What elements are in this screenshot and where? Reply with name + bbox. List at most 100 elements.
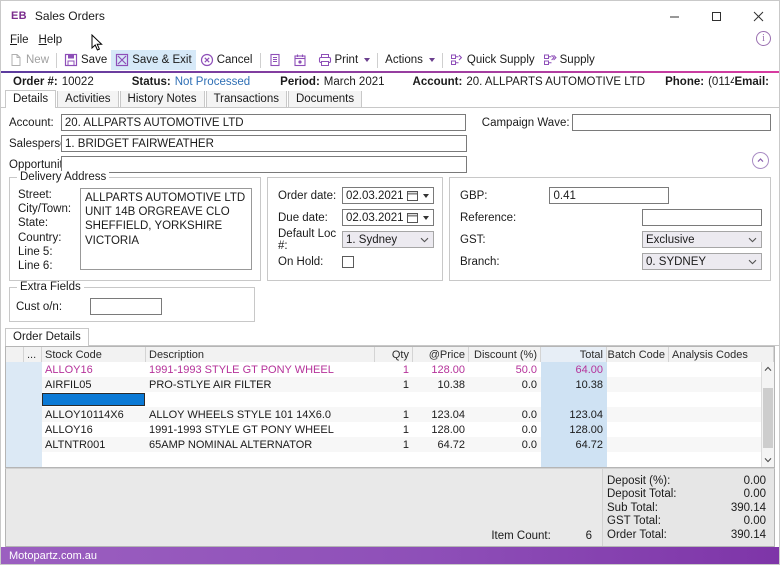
table-cell[interactable]: 123.04 <box>541 407 607 422</box>
tab-details[interactable]: Details <box>5 90 57 108</box>
table-cell[interactable] <box>607 422 669 437</box>
reference-input[interactable] <box>642 209 762 226</box>
tab-transactions[interactable]: Transactions <box>205 90 287 107</box>
table-cell[interactable]: 0.0 <box>469 407 541 422</box>
table-cell[interactable] <box>24 362 42 377</box>
calendar-icon[interactable] <box>407 190 418 201</box>
chevron-down-icon[interactable] <box>748 259 757 265</box>
delivery-address-textarea[interactable]: ALLPARTS AUTOMOTIVE LTD UNIT 14B ORGREAV… <box>80 188 252 270</box>
table-cell[interactable]: ALTNTR001 <box>42 437 146 452</box>
tab-order-details[interactable]: Order Details <box>5 328 89 346</box>
table-row[interactable] <box>6 452 774 467</box>
table-row[interactable]: ALLOY10114X6 ALLOY WHEELS STYLE 101 14X6.… <box>6 407 774 422</box>
table-cell[interactable]: 1 <box>375 362 413 377</box>
table-cell[interactable] <box>669 392 774 407</box>
chevron-down-icon[interactable] <box>423 216 429 220</box>
order-date-input[interactable]: 02.03.2021 <box>342 187 434 204</box>
grid-column-header[interactable] <box>6 347 24 362</box>
grid-column-header[interactable]: Discount (%) <box>469 347 541 362</box>
info-icon[interactable]: i <box>756 31 771 46</box>
table-cell[interactable]: 64.72 <box>413 437 469 452</box>
scroll-up-icon[interactable] <box>762 362 774 375</box>
scrollbar-thumb[interactable] <box>763 388 773 448</box>
stock-code-edit-cell[interactable] <box>42 393 145 406</box>
notes-button[interactable] <box>264 50 289 70</box>
table-cell[interactable]: 1991-1993 STYLE GT PONY WHEEL <box>146 422 375 437</box>
grid-column-header[interactable]: Description <box>146 347 375 362</box>
tab-history-notes[interactable]: History Notes <box>119 90 205 107</box>
table-cell[interactable]: 10.38 <box>413 377 469 392</box>
calendar-icon[interactable] <box>407 212 418 223</box>
table-cell[interactable] <box>6 407 24 422</box>
quick-supply-button[interactable]: Quick Supply <box>446 50 539 70</box>
grid-column-header[interactable]: Stock Code <box>42 347 146 362</box>
chevron-down-icon[interactable] <box>423 194 429 198</box>
salesperson-input[interactable]: 1. BRIDGET FAIRWEATHER <box>61 135 467 152</box>
table-cell[interactable] <box>24 422 42 437</box>
table-cell[interactable] <box>669 362 774 377</box>
supply-button[interactable]: Supply <box>539 50 599 70</box>
table-cell[interactable]: ALLOY10114X6 <box>42 407 146 422</box>
save-button[interactable]: Save <box>60 50 111 70</box>
gbp-input[interactable]: 0.41 <box>549 187 670 204</box>
grid-column-header[interactable]: Total <box>541 347 607 362</box>
table-cell[interactable] <box>24 452 42 467</box>
close-button[interactable] <box>737 1 779 31</box>
table-cell[interactable] <box>6 377 24 392</box>
table-cell[interactable]: 64.72 <box>541 437 607 452</box>
table-cell[interactable]: ALLOY WHEELS STYLE 101 14X6.0 <box>146 407 375 422</box>
table-cell[interactable] <box>375 392 413 407</box>
table-cell[interactable] <box>413 452 469 467</box>
table-cell[interactable]: PRO-STLYE AIR FILTER <box>146 377 375 392</box>
table-row[interactable] <box>6 392 774 407</box>
minimize-button[interactable] <box>653 1 695 31</box>
cancel-button[interactable]: Cancel <box>196 50 257 70</box>
table-cell[interactable] <box>669 437 774 452</box>
table-cell[interactable] <box>469 392 541 407</box>
grid-column-header[interactable]: Batch Code <box>607 347 669 362</box>
actions-button[interactable]: Actions <box>381 50 439 70</box>
table-cell[interactable] <box>24 377 42 392</box>
table-cell[interactable] <box>6 437 24 452</box>
grid-column-header[interactable]: Qty <box>375 347 413 362</box>
table-cell[interactable] <box>24 407 42 422</box>
table-cell[interactable]: 0.0 <box>469 377 541 392</box>
table-cell[interactable]: 50.0 <box>469 362 541 377</box>
scroll-down-icon[interactable] <box>762 454 774 467</box>
cust-on-input[interactable] <box>90 298 162 315</box>
table-cell[interactable] <box>669 377 774 392</box>
menu-item-help[interactable]: HHelpelp <box>37 34 71 46</box>
table-row[interactable]: ALLOY16 1991-1993 STYLE GT PONY WHEEL 1 128… <box>6 422 774 437</box>
table-cell[interactable]: 128.00 <box>413 362 469 377</box>
table-cell[interactable] <box>24 392 42 407</box>
table-cell[interactable] <box>669 452 774 467</box>
menu-item-file[interactable]: FFileile <box>8 34 37 46</box>
table-cell[interactable] <box>669 422 774 437</box>
grid-column-header[interactable]: @Price <box>413 347 469 362</box>
table-cell[interactable] <box>6 452 24 467</box>
table-cell[interactable]: 0.0 <box>469 437 541 452</box>
maximize-button[interactable] <box>695 1 737 31</box>
table-cell[interactable] <box>541 452 607 467</box>
table-row[interactable]: ALTNTR001 65AMP NOMINAL ALTERNATOR 1 64.72 0… <box>6 437 774 452</box>
table-cell[interactable]: 10.38 <box>541 377 607 392</box>
tab-activities[interactable]: Activities <box>57 90 119 107</box>
table-cell[interactable]: 0.0 <box>469 422 541 437</box>
table-cell[interactable] <box>469 452 541 467</box>
due-date-input[interactable]: 02.03.2021 <box>342 209 434 226</box>
campaign-wave-input[interactable] <box>571 114 771 131</box>
table-cell[interactable] <box>6 422 24 437</box>
table-cell[interactable] <box>607 377 669 392</box>
on-hold-checkbox[interactable] <box>342 255 354 268</box>
table-cell[interactable] <box>6 392 24 407</box>
chevron-down-icon[interactable] <box>364 58 371 62</box>
table-row[interactable]: ALLOY16 1991-1993 STYLE GT PONY WHEEL 1 128… <box>6 362 774 377</box>
grid-column-header[interactable]: ... <box>24 347 42 362</box>
table-cell[interactable] <box>42 392 146 407</box>
gst-select[interactable]: Exclusive <box>642 231 762 248</box>
table-cell[interactable] <box>42 452 146 467</box>
table-cell[interactable] <box>413 392 469 407</box>
table-cell[interactable] <box>146 392 375 407</box>
print-button[interactable]: Print <box>314 50 375 70</box>
grid-vertical-scrollbar[interactable] <box>761 362 774 467</box>
